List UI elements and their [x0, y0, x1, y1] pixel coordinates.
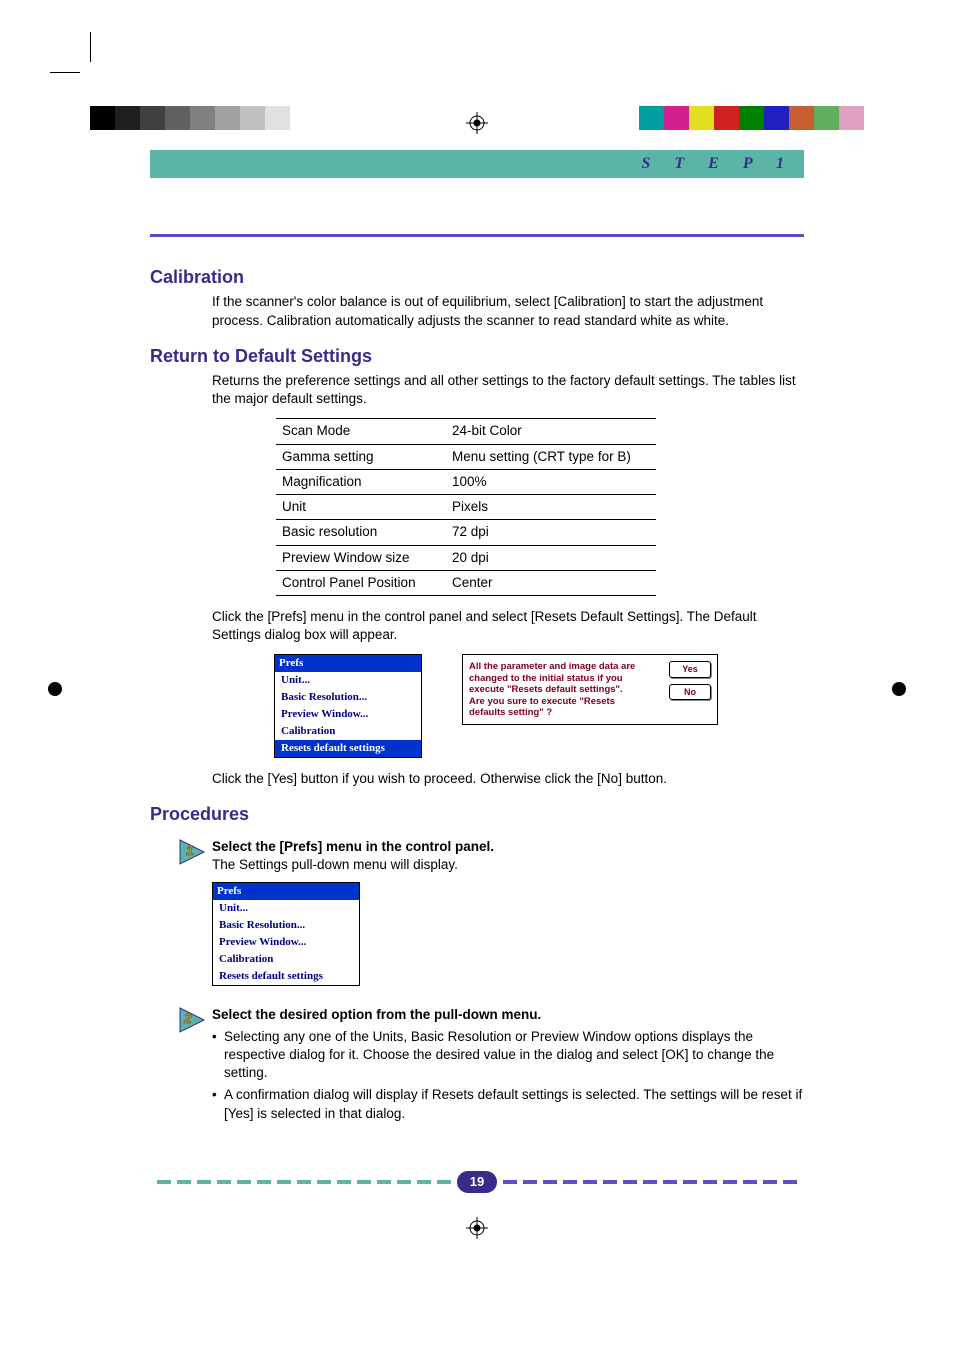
bullet-text: A confirmation dialog will display if Re… [224, 1086, 804, 1122]
prefs-menu-item: Resets default settings [213, 968, 359, 985]
section-heading-calibration: Calibration [150, 265, 804, 289]
prefs-menu-item: Basic Resolution... [275, 689, 421, 706]
table-cell-value: 100% [446, 469, 656, 494]
prefs-menu-item: Unit... [213, 900, 359, 917]
bullet-icon: • [212, 1086, 224, 1122]
table-row: Scan Mode24-bit Color [276, 419, 656, 444]
table-cell-value: Center [446, 570, 656, 595]
defaults-table: Scan Mode24-bit ColorGamma settingMenu s… [276, 418, 656, 596]
defaults-body: Returns the preference settings and all … [212, 372, 796, 408]
defaults-after-table: Click the [Prefs] menu in the control pa… [212, 608, 796, 644]
table-cell-value: Menu setting (CRT type for B) [446, 444, 656, 469]
section-heading-procedures: Procedures [150, 802, 804, 826]
page-footer: 19 [150, 1171, 804, 1193]
table-cell-label: Basic resolution [276, 520, 446, 545]
registration-mark-icon [466, 112, 488, 134]
table-cell-label: Magnification [276, 469, 446, 494]
table-cell-label: Gamma setting [276, 444, 446, 469]
grayscale-swatches [90, 106, 290, 130]
registration-mark-icon [44, 678, 66, 700]
step-1-icon: 1 [178, 838, 206, 866]
table-cell-value: Pixels [446, 495, 656, 520]
prefs-menu-screenshot-2: PrefsUnit...Basic Resolution...Preview W… [212, 882, 360, 985]
dialog-no-button: No [669, 684, 711, 700]
prefs-menu-item: Calibration [275, 723, 421, 740]
table-row: Control Panel PositionCenter [276, 570, 656, 595]
table-row: Magnification100% [276, 469, 656, 494]
dialog-yes-button: Yes [669, 661, 711, 677]
table-row: Preview Window size20 dpi [276, 545, 656, 570]
dialog-message: All the parameter and image data are cha… [469, 661, 639, 718]
list-item: •Selecting any one of the Units, Basic R… [212, 1028, 804, 1083]
step-label: S T E P 1 [641, 153, 794, 175]
bullet-icon: • [212, 1028, 224, 1083]
svg-text:2: 2 [183, 1010, 192, 1026]
prefs-menu-title: Prefs [275, 655, 421, 672]
table-cell-value: 20 dpi [446, 545, 656, 570]
table-cell-label: Unit [276, 495, 446, 520]
defaults-after-dialog: Click the [Yes] button if you wish to pr… [212, 770, 796, 788]
table-cell-label: Control Panel Position [276, 570, 446, 595]
step-1-title: Select the [Prefs] menu in the control p… [212, 838, 804, 856]
header-bar: S T E P 1 [150, 150, 804, 178]
table-cell-label: Preview Window size [276, 545, 446, 570]
table-row: Gamma settingMenu setting (CRT type for … [276, 444, 656, 469]
color-swatches [639, 106, 864, 130]
prefs-menu-title: Prefs [213, 883, 359, 900]
prefs-menu-item: Preview Window... [275, 706, 421, 723]
prefs-menu-item: Basic Resolution... [213, 917, 359, 934]
prefs-menu-item: Calibration [213, 951, 359, 968]
bullet-text: Selecting any one of the Units, Basic Re… [224, 1028, 804, 1083]
svg-text:1: 1 [186, 842, 194, 858]
table-cell-value: 24-bit Color [446, 419, 656, 444]
page-number: 19 [457, 1171, 497, 1193]
prefs-menu-screenshot: PrefsUnit...Basic Resolution...Preview W… [274, 654, 422, 757]
registration-mark-icon [888, 678, 910, 700]
divider [150, 234, 804, 237]
calibration-body: If the scanner's color balance is out of… [212, 293, 796, 329]
list-item: •A confirmation dialog will display if R… [212, 1086, 804, 1122]
table-row: UnitPixels [276, 495, 656, 520]
prefs-menu-item: Preview Window... [213, 934, 359, 951]
confirm-dialog-screenshot: All the parameter and image data are cha… [462, 654, 718, 725]
table-cell-label: Scan Mode [276, 419, 446, 444]
step-1-body: The Settings pull-down menu will display… [212, 856, 804, 874]
section-heading-defaults: Return to Default Settings [150, 344, 804, 368]
prefs-menu-item: Resets default settings [275, 740, 421, 757]
step-2-icon: 2 [178, 1006, 206, 1034]
table-cell-value: 72 dpi [446, 520, 656, 545]
table-row: Basic resolution72 dpi [276, 520, 656, 545]
registration-mark-icon [466, 1217, 488, 1239]
prefs-menu-item: Unit... [275, 672, 421, 689]
step-2-title: Select the desired option from the pull-… [212, 1006, 804, 1024]
